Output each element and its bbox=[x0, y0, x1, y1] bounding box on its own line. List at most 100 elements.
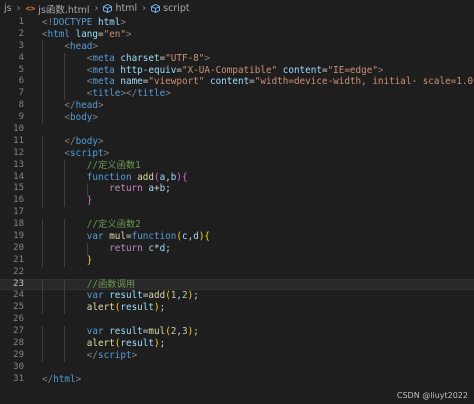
code-token: function bbox=[131, 231, 177, 243]
breadcrumb-folder[interactable]: js bbox=[4, 3, 12, 14]
code-line[interactable]: 1 <!DOCTYPE html> bbox=[0, 17, 474, 29]
code-line[interactable]: 29 </script> bbox=[0, 349, 474, 362]
code-token: </ bbox=[86, 349, 98, 361]
code-line[interactable]: 13 //定义函数1 bbox=[0, 159, 474, 172]
line-number: 28 bbox=[13, 338, 24, 349]
code-text: alert(result); bbox=[42, 338, 165, 350]
line-number: 2 bbox=[18, 28, 24, 39]
code-line[interactable]: 8 </head> bbox=[0, 100, 474, 113]
code-token: mul bbox=[148, 326, 166, 338]
code-token: > bbox=[103, 147, 110, 159]
code-lines[interactable]: 1 <!DOCTYPE html> 2 <html lang="en"> 3 <head… bbox=[0, 17, 474, 386]
code-line[interactable]: 4 <meta charset="UTF-8"> bbox=[0, 52, 474, 65]
code-line[interactable]: 5 <meta http-equiv="X-UA-Compatible" con… bbox=[0, 64, 474, 77]
code-line[interactable]: 20 return c*d; bbox=[0, 242, 474, 255]
code-line[interactable]: 25 alert(result); bbox=[0, 302, 474, 315]
code-line[interactable]: 30 bbox=[0, 362, 474, 374]
line-number: 19 bbox=[13, 231, 24, 242]
code-token: body bbox=[75, 135, 98, 147]
line-number: 4 bbox=[18, 52, 24, 63]
breadcrumb-file-label: js函数.html bbox=[38, 4, 90, 16]
code-token: html bbox=[53, 373, 76, 385]
code-text: <!DOCTYPE html> bbox=[42, 17, 126, 29]
line-number: 21 bbox=[13, 254, 24, 265]
code-text: <meta http-equiv="X-UA-Compatible" conte… bbox=[42, 65, 384, 77]
line-number: 5 bbox=[18, 64, 24, 75]
code-token: http-equiv bbox=[120, 64, 177, 76]
breadcrumb-html-label: html bbox=[115, 3, 138, 14]
code-line[interactable]: 3 <head> bbox=[0, 40, 474, 53]
code-token: > bbox=[75, 373, 82, 385]
code-line[interactable]: 2 <html lang="en"> bbox=[0, 29, 474, 41]
code-line[interactable]: 9 <body> bbox=[0, 112, 474, 125]
code-line[interactable]: 18 //定义函数2 bbox=[0, 219, 474, 232]
code-token: ; bbox=[165, 242, 171, 254]
code-line[interactable]: 22 bbox=[0, 267, 474, 279]
code-text: function add(a,b){ bbox=[42, 172, 188, 184]
code-token: result bbox=[120, 302, 154, 314]
line-number: 6 bbox=[18, 76, 24, 87]
code-text: var result=add(1,2); bbox=[42, 290, 199, 302]
code-text: //定义函数2 bbox=[42, 219, 141, 231]
code-text: var result=mul(2,3); bbox=[42, 326, 199, 338]
code-line[interactable]: 16 } bbox=[0, 195, 474, 208]
line-number: 22 bbox=[13, 266, 24, 277]
code-line[interactable]: 6 <meta name="viewport" content="width=d… bbox=[0, 76, 474, 89]
code-token: var bbox=[86, 290, 104, 302]
code-line[interactable]: 15 return a+b; bbox=[0, 183, 474, 196]
breadcrumb-script-tag[interactable]: script bbox=[151, 3, 190, 14]
code-text: <html lang="en"> bbox=[42, 29, 132, 41]
code-token: //函数调用 bbox=[86, 278, 136, 290]
code-line[interactable]: 23 //函数调用 bbox=[0, 278, 474, 291]
code-token: > bbox=[126, 28, 132, 40]
code-token: var bbox=[86, 231, 104, 243]
code-line[interactable]: 21 } bbox=[0, 254, 474, 267]
code-line[interactable]: 28 alert(result); bbox=[0, 338, 474, 350]
code-text: alert(result); bbox=[42, 302, 165, 314]
code-line[interactable]: 14 function add(a,b){ bbox=[0, 171, 474, 184]
line-number: 3 bbox=[18, 40, 24, 51]
breadcrumb-file[interactable]: <> js函数.html bbox=[26, 2, 90, 16]
code-text: //函数调用 bbox=[42, 279, 135, 291]
code-token: mul bbox=[109, 231, 126, 243]
line-number: 16 bbox=[13, 195, 24, 206]
code-line[interactable]: 10 bbox=[0, 124, 474, 136]
code-token: </ bbox=[64, 135, 76, 147]
code-token: "UTF-8" bbox=[165, 52, 205, 64]
code-text: //定义函数1 bbox=[42, 160, 141, 172]
code-line[interactable]: 12 <script> bbox=[0, 147, 474, 160]
chevron-right-icon: › bbox=[16, 3, 21, 14]
breadcrumb-html-tag[interactable]: html bbox=[103, 3, 137, 14]
code-line[interactable]: 11 </body> bbox=[0, 135, 474, 148]
code-token: ; bbox=[159, 338, 166, 350]
code-token: meta bbox=[92, 52, 115, 64]
code-token: return bbox=[109, 183, 143, 195]
code-editor[interactable]: js › <> js函数.html › html › script 1 <!DOC… bbox=[0, 0, 474, 404]
code-line[interactable]: 24 var result=add(1,2); bbox=[0, 290, 474, 303]
code-token: result bbox=[109, 290, 143, 302]
code-token: head bbox=[75, 100, 98, 112]
code-text: <head> bbox=[42, 41, 98, 53]
code-text: } bbox=[42, 255, 93, 267]
code-token: add bbox=[148, 290, 166, 302]
code-line[interactable]: 31 </html> bbox=[0, 374, 474, 386]
line-number: 20 bbox=[13, 242, 24, 253]
code-line[interactable]: 19 var mul=function(c,d){ bbox=[0, 231, 474, 243]
code-line[interactable]: 17 bbox=[0, 207, 474, 219]
code-line[interactable]: 27 var result=mul(2,3); bbox=[0, 326, 474, 339]
code-line[interactable]: 26 bbox=[0, 314, 474, 326]
code-line[interactable]: 7 <title></title> bbox=[0, 88, 474, 101]
code-token: head bbox=[70, 40, 93, 52]
line-number: 8 bbox=[18, 100, 24, 111]
code-text: </html> bbox=[42, 374, 81, 386]
